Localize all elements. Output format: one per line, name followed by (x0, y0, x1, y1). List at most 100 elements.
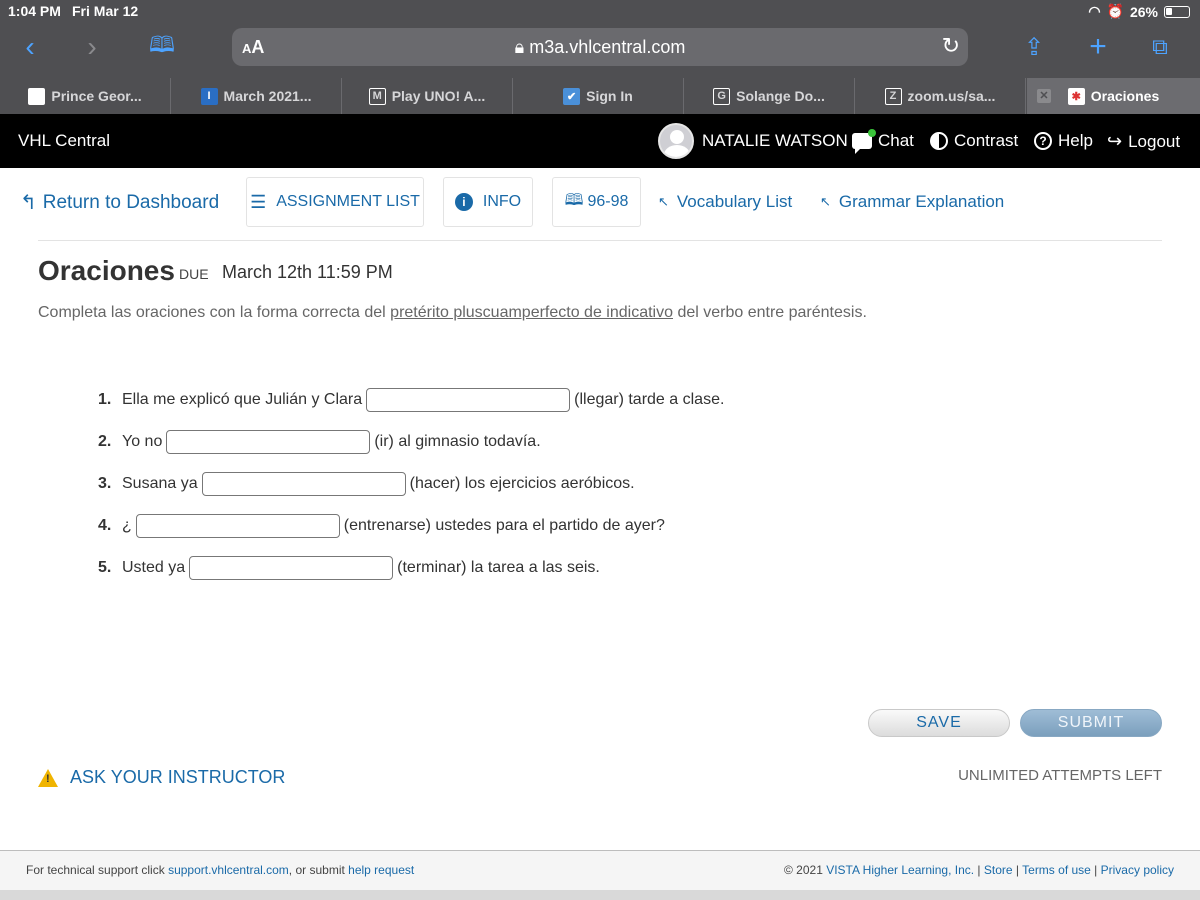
instructions: Completa las oraciones con la forma corr… (38, 304, 867, 322)
copyright: © 2021 (784, 863, 827, 877)
question-text-before: Usted ya (122, 559, 186, 576)
vocabulary-list-link[interactable]: ↖ Vocabulary List (658, 192, 792, 212)
grammar-explanation-link[interactable]: ↖ Grammar Explanation (820, 192, 1004, 212)
due-label: DUE (179, 266, 209, 282)
question-number: 5. (98, 559, 112, 576)
assignment-list-label: ASSIGNMENT LIST (276, 193, 420, 210)
info-button[interactable]: i INFO (443, 177, 533, 227)
save-button[interactable]: SAVE (868, 709, 1010, 737)
lock-icon: 🔒︎ (514, 37, 525, 57)
help-button[interactable]: ? Help (1034, 131, 1093, 151)
support-prefix: For technical support click (26, 863, 169, 877)
answer-input-4[interactable] (135, 514, 340, 538)
logout-label: Logout (1128, 131, 1181, 151)
tabs-overview-icon[interactable]: ⧉ (1142, 32, 1178, 62)
browser-tab[interactable]: Prince Geor... (0, 78, 171, 114)
chat-icon (852, 129, 876, 154)
brand-name[interactable]: VHL Central (18, 131, 110, 151)
page-title: Oraciones (38, 255, 175, 286)
blank-page-icon (28, 87, 46, 105)
question-item: 3. Susana ya (hacer) los ejercicios aeró… (98, 471, 635, 497)
answer-input-5[interactable] (189, 556, 394, 580)
due-date: March 12th 11:59 PM (222, 262, 393, 282)
contrast-icon (930, 132, 948, 150)
tab-label: March 2021... (223, 88, 312, 104)
question-text-after: (entrenarse) ustedes para el partido de … (343, 517, 665, 534)
return-label: Return to Dashboard (42, 191, 220, 213)
legal-links: © 2021 VISTA Higher Learning, Inc. | Sto… (784, 863, 1174, 877)
g-icon: G (713, 87, 731, 105)
book-icon: 🕮 (564, 191, 584, 209)
pages-button[interactable]: 🕮 96-98 (552, 177, 641, 227)
share-icon[interactable]: ⇪ (1016, 32, 1052, 62)
user-name[interactable]: NATALIE WATSON (702, 131, 848, 151)
company-link[interactable]: VISTA Higher Learning, Inc. (826, 863, 974, 877)
vhl-icon: ✱ (1067, 87, 1085, 105)
close-tab-icon[interactable]: ✕ (1037, 89, 1051, 103)
question-text-before: ¿ (122, 517, 132, 534)
url-text[interactable]: 🔒︎ m3a.vhlcentral.com (232, 37, 968, 58)
document-icon: I (200, 87, 218, 105)
support-text: For technical support click support.vhlc… (26, 863, 414, 877)
return-dashboard-link[interactable]: ↰ Return to Dashboard (20, 190, 219, 215)
help-icon: ? (1034, 132, 1052, 150)
tab-label: zoom.us/sa... (907, 88, 996, 104)
check-icon: ✔ (563, 87, 581, 105)
back-icon[interactable]: ‹ (12, 31, 48, 62)
question-text-before: Ella me explicó que Julián y Clara (122, 391, 363, 408)
privacy-link[interactable]: Privacy policy (1101, 863, 1174, 877)
chat-button[interactable]: Chat (852, 129, 914, 154)
support-link[interactable]: support.vhlcentral.com (168, 863, 289, 877)
ask-instructor-link[interactable]: ! ASK YOUR INSTRUCTOR (38, 767, 285, 788)
address-bar[interactable]: AA 🔒︎ m3a.vhlcentral.com ↻ (232, 28, 968, 66)
browser-chrome: 1:04 PM Fri Mar 12 ◠ ⏰ 26% ‹ › 🕮 AA 🔒︎ m… (0, 0, 1200, 114)
instructions-text-end: del verbo entre paréntesis. (673, 304, 867, 321)
m-icon: M (368, 87, 386, 105)
question-text-after: (llegar) tarde a clase. (574, 391, 725, 408)
forward-icon[interactable]: › (74, 31, 110, 62)
avatar[interactable] (658, 123, 694, 159)
grammar-label: Grammar Explanation (838, 192, 1005, 211)
support-mid: , or submit (288, 863, 349, 877)
question-text-after: (hacer) los ejercicios aeróbicos. (409, 475, 635, 492)
warning-icon: ! (38, 768, 58, 787)
logout-button[interactable]: ↪ Logout (1107, 131, 1180, 152)
browser-tab[interactable]: Z zoom.us/sa... (855, 78, 1026, 114)
vocabulary-label: Vocabulary List (676, 192, 793, 211)
submit-button[interactable]: SUBMIT (1020, 709, 1162, 737)
browser-tab[interactable]: G Solange Do... (684, 78, 855, 114)
reload-icon[interactable]: ↻ (942, 33, 960, 59)
ask-instructor-label: ASK YOUR INSTRUCTOR (70, 767, 286, 787)
chat-label: Chat (878, 131, 914, 150)
new-tab-icon[interactable]: + (1080, 30, 1116, 63)
bookmarks-icon[interactable]: 🕮 (144, 32, 180, 62)
answer-input-3[interactable] (201, 472, 406, 496)
browser-tab[interactable]: ✔ Sign In (513, 78, 684, 114)
info-icon: i (454, 193, 473, 211)
question-number: 2. (98, 433, 112, 450)
help-label: Help (1058, 131, 1093, 150)
store-link[interactable]: Store (984, 863, 1013, 877)
tab-label: Sign In (586, 88, 633, 104)
grammar-term-link[interactable]: pretérito pluscuamperfecto de indicativo (390, 304, 673, 321)
browser-tab[interactable]: I March 2021... (171, 78, 342, 114)
tab-label: Oraciones (1090, 88, 1160, 104)
tab-label: Solange Do... (736, 88, 825, 104)
contrast-button[interactable]: Contrast (930, 131, 1018, 151)
activity-nav: ↰ Return to Dashboard ☰ ASSIGNMENT LIST … (0, 176, 1200, 228)
browser-tab[interactable]: M Play UNO! A... (342, 78, 513, 114)
browser-tab-active[interactable]: ✕ ✱ Oraciones (1027, 78, 1200, 114)
question-text-before: Yo no (122, 433, 163, 450)
page-footer: For technical support click support.vhlc… (0, 850, 1200, 890)
answer-input-2[interactable] (166, 430, 371, 454)
question-item: 4. ¿ (entrenarse) ustedes para el partid… (98, 513, 665, 539)
help-request-link[interactable]: help request (348, 863, 414, 877)
tab-label: Play UNO! A... (391, 88, 486, 104)
info-label: INFO (482, 193, 522, 210)
answer-input-1[interactable] (366, 388, 571, 412)
external-arrow-icon: ↖ (820, 194, 831, 209)
assignment-list-button[interactable]: ☰ ASSIGNMENT LIST (246, 177, 424, 227)
terms-link[interactable]: Terms of use (1022, 863, 1091, 877)
wifi-icon: ◠ (1088, 3, 1101, 19)
tab-label: Prince Geor... (51, 88, 142, 104)
